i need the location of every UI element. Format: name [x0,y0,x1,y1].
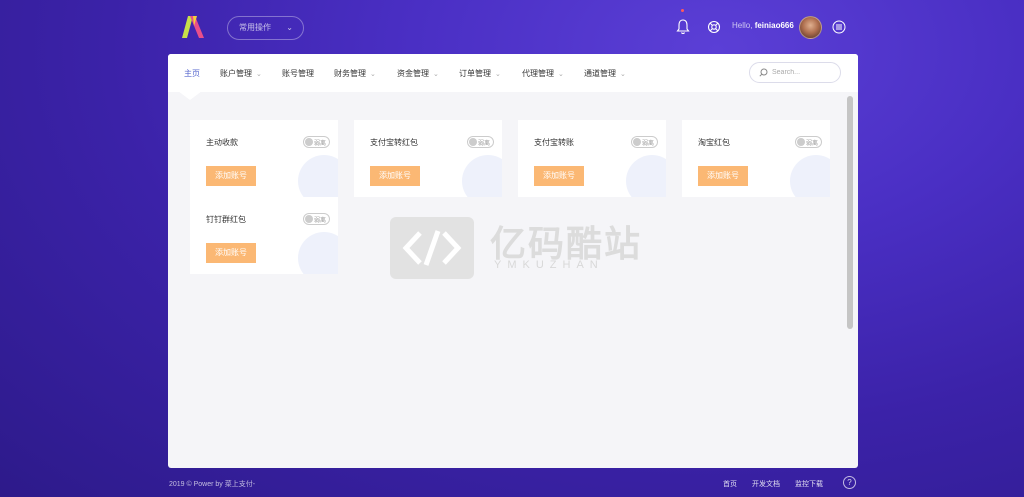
avatar[interactable] [799,16,822,39]
nav-item-finance[interactable]: 财务管理 ⌄ [334,68,376,79]
card-alipay-transfer: 支付宝转账 弱离 添加账号 [518,120,666,197]
watermark: 亿码酷站 YMKUZHAN [390,215,640,279]
card-toggle[interactable]: 弱离 [303,136,330,148]
toggle-knob [305,215,313,223]
add-account-button[interactable]: 添加账号 [370,166,420,186]
database-add-icon [298,232,338,274]
nav-label: 代理管理 [522,69,554,78]
watermark-subtitle: YMKUZHAN [494,259,604,271]
help-icon[interactable]: ? [843,476,856,489]
add-account-button[interactable]: 添加账号 [206,243,256,263]
toggle-knob [633,138,641,146]
quick-ops-select[interactable]: 常用操作 ⌄ [227,16,304,40]
main-nav: 主页 账户管理 ⌄ 账号管理 财务管理 ⌄ 资金管理 ⌄ 订单管理 ⌄ 代理管理 ⌄ 通道… [168,54,858,92]
bell-icon[interactable] [676,19,690,35]
card-toggle[interactable]: 弱离 [631,136,658,148]
card-title: 主动收款 [206,138,238,147]
nav-label: 通道管理 [584,69,616,78]
card-active-collect: 主动收款 弱离 添加账号 [190,120,338,197]
nav-item-orders[interactable]: 订单管理 ⌄ [459,68,501,79]
nav-label: 主页 [184,69,200,78]
chevron-down-icon: ⌄ [256,71,262,78]
chevron-down-icon: ⌄ [370,71,376,78]
database-add-icon [298,155,338,197]
toggle-label: 弱离 [314,141,327,147]
search-icon [759,68,768,77]
toggle-knob [797,138,805,146]
add-account-button[interactable]: 添加账号 [698,166,748,186]
chevron-down-icon: ⌄ [433,71,439,78]
nav-item-channels[interactable]: 通道管理 ⌄ [584,68,626,79]
footer-copyright: 2019 © Power by 菜上支付- [169,481,256,488]
chevron-down-icon: ⌄ [558,71,564,78]
top-bar: 常用操作 ⌄ Hello, feiniao666 [168,9,858,46]
add-account-button[interactable]: 添加账号 [206,166,256,186]
toggle-knob [305,138,313,146]
card-toggle[interactable]: 弱离 [303,213,330,225]
notification-dot [681,9,684,12]
nav-item-home[interactable]: 主页 [184,68,200,79]
user-greeting: Hello, feiniao666 [732,21,794,30]
menu-icon[interactable] [832,20,846,34]
card-toggle[interactable]: 弱离 [467,136,494,148]
toggle-label: 弱离 [806,141,819,147]
nav-item-account[interactable]: 账户管理 ⌄ [220,68,262,79]
toggle-knob [469,138,477,146]
toggle-label: 弱离 [642,141,655,147]
card-toggle[interactable]: 弱离 [795,136,822,148]
toggle-label: 弱离 [314,218,327,224]
search-box[interactable] [749,62,841,83]
card-taobao-redpacket: 淘宝红包 弱离 添加账号 [682,120,830,197]
chevron-down-icon: ⌄ [620,71,626,78]
database-add-icon [790,155,830,197]
database-add-icon [626,155,666,197]
support-icon[interactable] [706,19,722,35]
chevron-down-icon: ⌄ [495,71,501,78]
username: feiniao666 [754,21,794,30]
active-nav-caret [178,91,202,100]
nav-label: 账户管理 [220,69,252,78]
nav-item-accounts[interactable]: 账号管理 [282,68,314,79]
search-input[interactable] [772,66,836,79]
footer-link-home[interactable]: 首页 [723,479,737,489]
card-title: 淘宝红包 [698,138,730,147]
nav-item-agents[interactable]: 代理管理 ⌄ [522,68,564,79]
nav-label: 资金管理 [397,69,429,78]
hello-prefix: Hello, [732,21,753,30]
footer-link-monitor-download[interactable]: 监控下载 [795,479,823,489]
nav-item-funds[interactable]: 资金管理 ⌄ [397,68,439,79]
nav-label: 财务管理 [334,69,366,78]
chevron-down-icon: ⌄ [286,23,293,32]
nav-label: 账号管理 [282,69,314,78]
card-title: 钉钉群红包 [206,215,246,224]
card-alipay-redpacket: 支付宝转红包 弱离 添加账号 [354,120,502,197]
card-dingtalk-redpacket: 钉钉群红包 弱离 添加账号 [190,197,338,274]
footer-link-docs[interactable]: 开发文档 [752,479,780,489]
quick-ops-label: 常用操作 [239,23,271,32]
database-add-icon [462,155,502,197]
add-account-button[interactable]: 添加账号 [534,166,584,186]
nav-label: 订单管理 [459,69,491,78]
card-title: 支付宝转红包 [370,138,418,147]
code-bracket-icon [390,217,474,279]
card-title: 支付宝转账 [534,138,574,147]
brand-logo-icon[interactable] [180,14,206,40]
toggle-label: 弱离 [478,141,491,147]
vertical-scrollbar[interactable] [847,96,853,329]
